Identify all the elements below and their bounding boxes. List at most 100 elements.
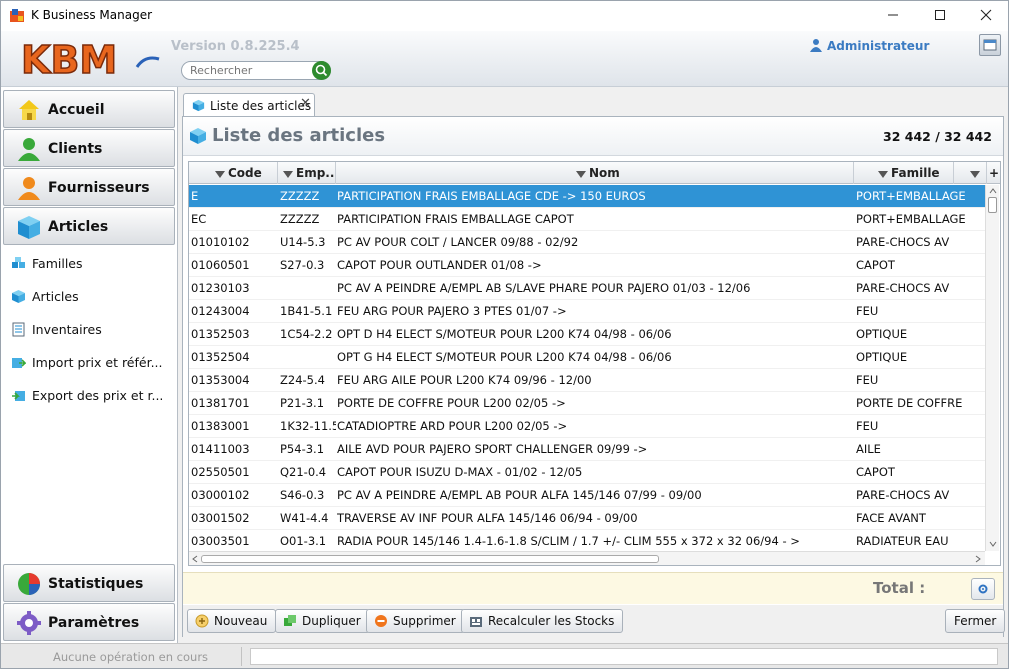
table-row[interactable]: 01060501 S27-0.3 CAPOT POUR OUTLANDER 01/0… <box>189 254 985 277</box>
supprimer-button[interactable]: Supprimer <box>366 609 465 633</box>
recalculer-stocks-button[interactable]: Recalculer les Stocks <box>461 609 624 633</box>
total-settings-button[interactable] <box>971 578 995 600</box>
table-row[interactable]: 03001502 W41-4.4 TRAVERSE AV INF POUR ALFA… <box>189 507 985 530</box>
user-name[interactable]: Administrateur <box>827 39 929 53</box>
cell-nom: PARTICIPATION FRAIS EMBALLAGE CDE -> 150… <box>337 189 646 203</box>
filter-icon[interactable] <box>215 171 225 178</box>
nav-clients[interactable]: Clients <box>3 129 175 167</box>
cell-nom: PORTE DE COFFRE POUR L200 02/05 -> <box>337 396 566 410</box>
fermer-button[interactable]: Fermer <box>945 609 1006 633</box>
cell-famille: FEU <box>856 419 879 433</box>
cell-famille: PORT+EMBALLAGE <box>856 212 966 226</box>
maximize-button[interactable] <box>917 1 963 31</box>
tab-liste-articles[interactable]: Liste des articles ✕ <box>183 93 315 116</box>
title-bar: K Business Manager <box>1 1 1008 31</box>
cell-code: 03001502 <box>191 511 250 525</box>
dupliquer-label: Dupliquer <box>302 614 361 628</box>
cell-famille: FACE AVANT <box>856 511 926 525</box>
cell-famille: PARE-CHOCS AV <box>856 235 950 249</box>
maximize-icon <box>935 10 945 20</box>
window-tool-button[interactable] <box>979 34 1001 56</box>
column-header-emplacement[interactable]: Emp... <box>278 162 336 184</box>
sidebar-item-familles[interactable]: Familles <box>11 253 171 275</box>
supplier-icon <box>18 177 40 200</box>
cell-famille: OPTIQUE <box>856 350 908 364</box>
scroll-up-icon[interactable] <box>987 186 999 196</box>
table-row[interactable]: 01010102 U14-5.3 PC AV POUR COLT / LANCER … <box>189 231 985 254</box>
nav-parametres-label: Paramètres <box>48 615 140 631</box>
scroll-left-icon[interactable] <box>190 553 200 565</box>
nav-statistiques[interactable]: Statistiques <box>3 564 175 602</box>
filter-icon[interactable] <box>970 171 980 178</box>
scroll-down-icon[interactable] <box>987 539 999 549</box>
filter-icon[interactable] <box>878 171 888 178</box>
table-row[interactable]: 01383001 1K32-11.5 CATADIOPTRE ARD POUR L2… <box>189 415 985 438</box>
add-column-icon[interactable]: + <box>987 162 1000 184</box>
cell-code: 01353004 <box>191 373 250 387</box>
main-area: Liste des articles ✕ Liste des articles … <box>179 87 1008 643</box>
version-label: Version 0.8.225.4 <box>171 39 300 54</box>
export-icon <box>12 391 25 401</box>
column-header-label: Emp... <box>296 166 336 180</box>
table-row[interactable]: 01411003 P54-3.1 AILE AVD POUR PAJERO SPOR… <box>189 438 985 461</box>
column-header-famille[interactable]: Famille <box>854 162 954 184</box>
gear-icon <box>17 611 41 635</box>
cell-nom: FEU ARG POUR PAJERO 3 PTES 01/07 -> <box>337 304 567 318</box>
column-header-label: Famille <box>891 166 940 180</box>
cell-code: E <box>191 189 199 203</box>
table-row[interactable]: 01352504 OPT G H4 ELECT S/MOTEUR POUR L20… <box>189 346 985 369</box>
table-row[interactable]: 03000102 S46-0.3 PC AV A PEINDRE A/EMPL AB… <box>189 484 985 507</box>
new-icon <box>195 614 209 628</box>
dupliquer-button[interactable]: Dupliquer <box>275 609 370 633</box>
table-row[interactable]: 01352503 1C54-2.2 OPT D H4 ELECT S/MOTEUR … <box>189 323 985 346</box>
minimize-icon <box>888 14 898 16</box>
cell-nom: OPT G H4 ELECT S/MOTEUR POUR L200 K74 04… <box>337 350 672 364</box>
search-input[interactable] <box>181 61 331 80</box>
sidebar-item-import[interactable]: Import prix et référ... <box>11 352 171 374</box>
kbm-logo: KBM <box>19 37 169 83</box>
column-header-code[interactable]: Code <box>189 162 278 184</box>
scroll-right-icon[interactable] <box>973 553 983 565</box>
duplicate-icon <box>284 615 296 626</box>
filter-icon[interactable] <box>283 171 293 178</box>
nav-fournisseurs[interactable]: Fournisseurs <box>3 168 175 206</box>
tab-close-icon[interactable]: ✕ <box>300 96 311 111</box>
total-bar: Total : <box>183 572 1003 604</box>
supprimer-label: Supprimer <box>393 614 456 628</box>
table-row[interactable]: EC ZZZZZ PARTICIPATION FRAIS EMBALLAGE CAP… <box>189 208 985 231</box>
search-button[interactable] <box>312 61 331 80</box>
column-header-nom[interactable]: Nom <box>336 162 854 184</box>
nouveau-button[interactable]: Nouveau <box>187 609 277 633</box>
horizontal-scrollbar[interactable] <box>189 551 985 565</box>
sidebar-item-inventaires[interactable]: Inventaires <box>11 319 171 341</box>
table-row[interactable]: 01381701 P21-3.1 PORTE DE COFFRE POUR L200… <box>189 392 985 415</box>
sidebar-item-label: Export des prix et r... <box>32 388 164 403</box>
articles-panel: Liste des articles 32 442 / 32 442 Code … <box>182 116 1006 637</box>
table-row[interactable]: 01230103 PC AV A PEINDRE A/EMPL AB S/LAVE… <box>189 277 985 300</box>
table-row[interactable]: 01353004 Z24-5.4 FEU ARG AILE POUR L200 K7… <box>189 369 985 392</box>
column-header-extra[interactable] <box>954 162 987 184</box>
sidebar-item-articles[interactable]: Articles <box>11 286 171 308</box>
close-button[interactable] <box>963 1 1008 31</box>
scrollbar-thumb[interactable] <box>988 197 997 213</box>
kbm-logo-graphic: KBM <box>20 37 160 83</box>
nav-accueil[interactable]: Accueil <box>3 90 175 128</box>
cell-emplacement: O01-3.1 <box>280 534 327 548</box>
vertical-scrollbar[interactable] <box>985 185 999 551</box>
table-row[interactable]: 03003501 O01-3.1 RADIA POUR 145/146 1.4-1.… <box>189 530 985 553</box>
cell-famille: PARE-CHOCS AV <box>856 488 950 502</box>
record-count: 32 442 / 32 442 <box>883 129 992 144</box>
filter-icon[interactable] <box>576 171 586 178</box>
table-header: Code Emp... Nom Famille + <box>189 162 1000 184</box>
sidebar-item-export[interactable]: Export des prix et r... <box>11 385 171 407</box>
nav-articles[interactable]: Articles <box>3 207 175 245</box>
scrollbar-thumb[interactable] <box>201 555 659 563</box>
nav-parametres[interactable]: Paramètres <box>3 603 175 641</box>
table-row[interactable]: 01243004 1B41-5.1 FEU ARG POUR PAJERO 3 PT… <box>189 300 985 323</box>
home-icon <box>19 100 39 120</box>
nav-clients-label: Clients <box>48 141 103 157</box>
minimize-button[interactable] <box>870 1 916 31</box>
table-row[interactable]: E ZZZZZ PARTICIPATION FRAIS EMBALLAGE CDE … <box>189 185 985 208</box>
table-row[interactable]: 02550501 Q21-0.4 CAPOT POUR ISUZU D-MAX - … <box>189 461 985 484</box>
table-body: E ZZZZZ PARTICIPATION FRAIS EMBALLAGE CDE … <box>189 185 985 553</box>
